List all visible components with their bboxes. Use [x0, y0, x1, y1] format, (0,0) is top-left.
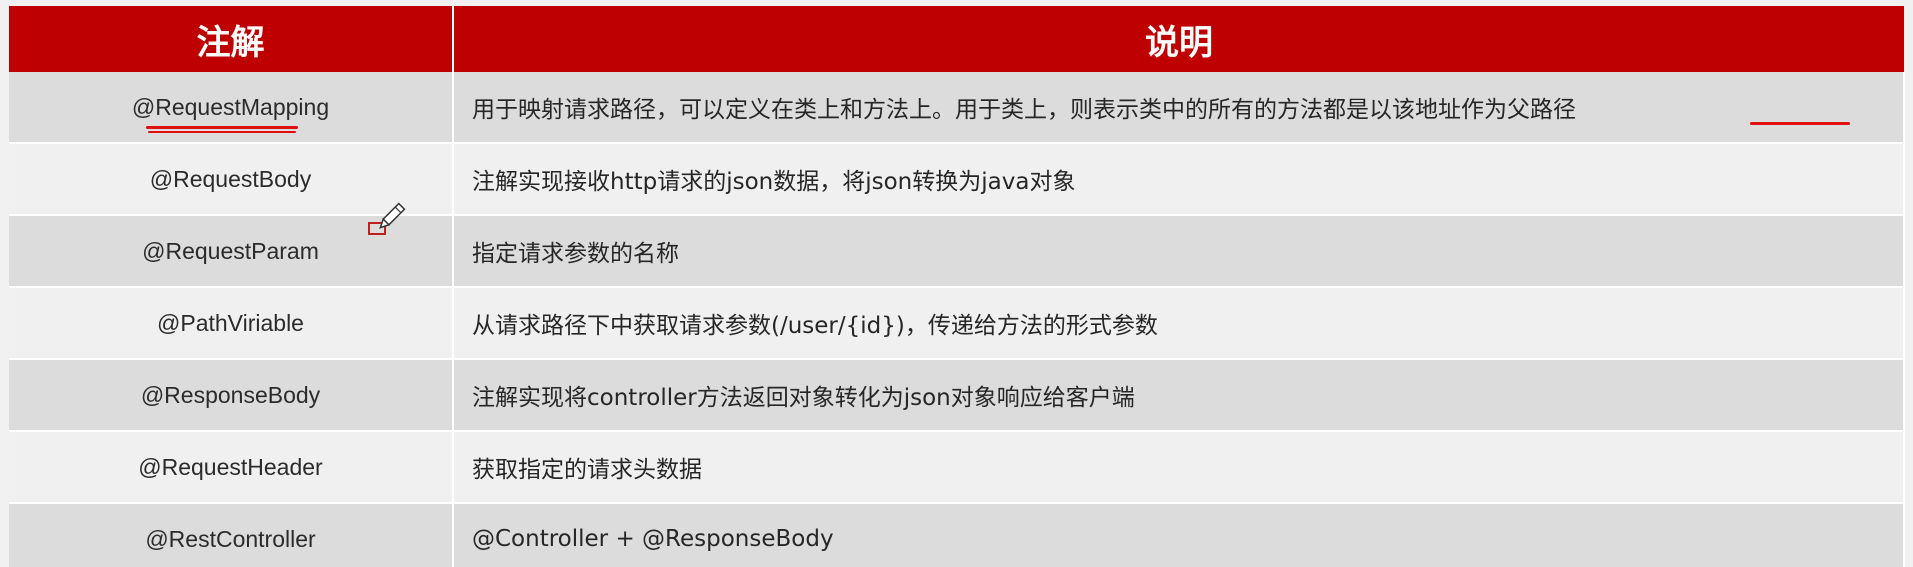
table-row: @RequestHeader 获取指定的请求头数据	[9, 431, 1905, 504]
table-row: @PathViriable 从请求路径下中获取请求参数(/user/{id})，…	[9, 287, 1905, 360]
description-cell: 注解实现接收http请求的json数据，将json转换为java对象	[453, 143, 1905, 216]
description-cell: 注解实现将controller方法返回对象转化为json对象响应给客户端	[453, 359, 1905, 432]
annotation-table: 注解 说明 @RequestMapping 用于映射请求路径，可以定义在类上和方…	[9, 6, 1905, 567]
description-cell: 用于映射请求路径，可以定义在类上和方法上。用于类上，则表示类中的所有的方法都是以…	[453, 72, 1905, 144]
description-cell: 获取指定的请求头数据	[453, 431, 1905, 504]
header-annotation: 注解	[9, 6, 454, 72]
table-row: @ResponseBody 注解实现将controller方法返回对象转化为js…	[9, 359, 1905, 432]
description-cell: @Controller + @ResponseBody	[453, 503, 1905, 567]
header-description: 说明	[453, 6, 1904, 72]
slide-frame: 注解 说明 @RequestMapping 用于映射请求路径，可以定义在类上和方…	[0, 0, 1913, 567]
table-row: @RequestBody 注解实现接收http请求的json数据，将json转换…	[9, 143, 1905, 216]
annotation-cell: @RequestHeader	[9, 431, 454, 504]
annotation-cell: @RestController	[9, 503, 454, 567]
description-cell: 从请求路径下中获取请求参数(/user/{id})，传递给方法的形式参数	[453, 287, 1905, 360]
pencil-cursor-icon	[374, 200, 408, 239]
annotation-cell: @PathViriable	[9, 287, 454, 360]
table-row: @RequestParam 指定请求参数的名称	[9, 215, 1905, 288]
highlight-underline-annotation	[146, 126, 298, 129]
annotation-cell: @ResponseBody	[9, 359, 454, 432]
highlight-underline-parent-path	[1750, 122, 1850, 125]
highlight-underline-annotation-2	[148, 131, 296, 133]
table-header-row: 注解 说明	[9, 6, 1904, 72]
description-cell: 指定请求参数的名称	[453, 215, 1905, 288]
table-row: @RestController @Controller + @ResponseB…	[9, 503, 1905, 567]
